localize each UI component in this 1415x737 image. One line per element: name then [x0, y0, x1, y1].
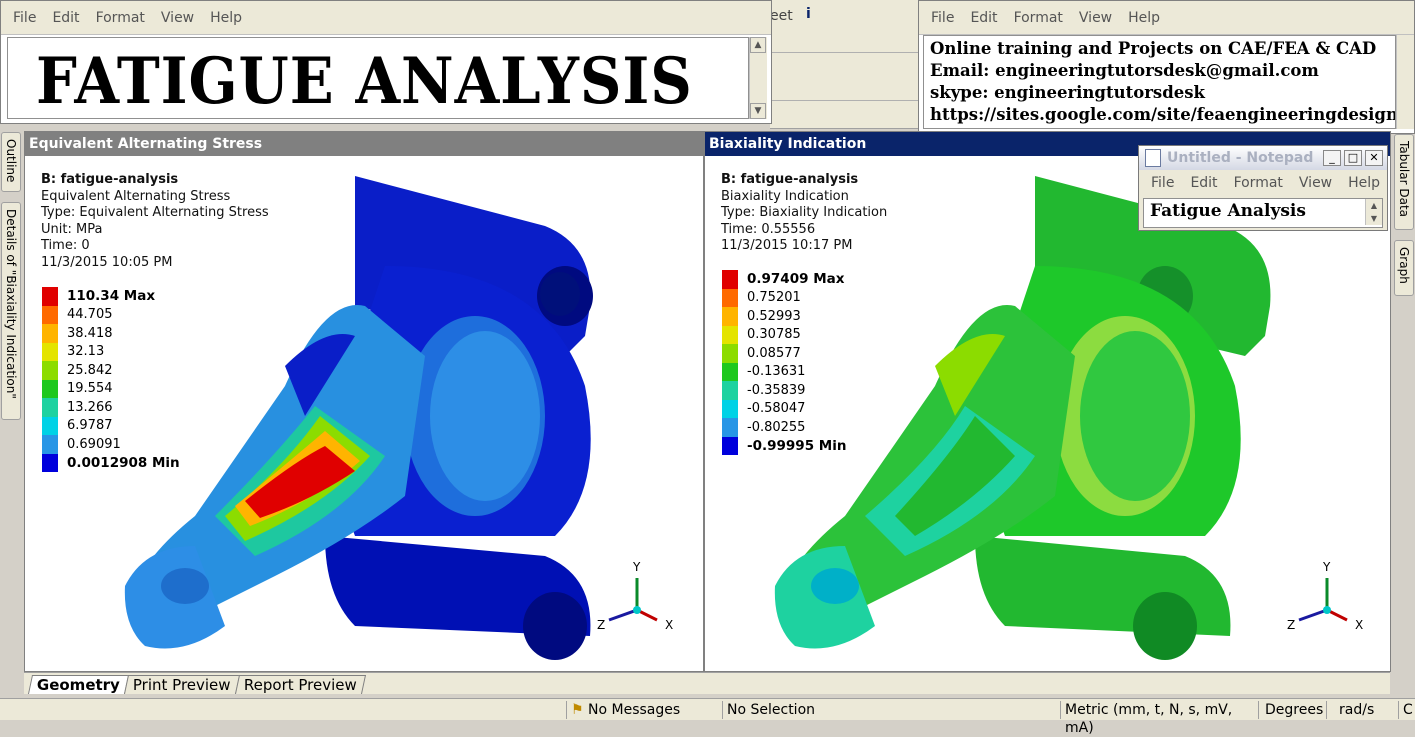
contact-line-url: https://sites.google.com/site/feaenginee… [930, 105, 1396, 124]
menu-format[interactable]: Format [1014, 10, 1063, 26]
notepad-contact-window: File Edit Format View Help Online traini… [918, 0, 1415, 134]
menu-help[interactable]: Help [1128, 10, 1160, 26]
axis-x-label: X [1355, 618, 1364, 632]
fatigue-analysis-heading: FATIGUE ANALYSIS [36, 44, 693, 119]
minimize-icon[interactable]: _ [1323, 150, 1341, 166]
contact-line-email: Email: engineeringtutorsdesk@gmail.com [930, 61, 1319, 80]
info-cursor-icon[interactable]: i [806, 6, 811, 22]
status-rate[interactable]: rad/s [1326, 701, 1398, 719]
contact-line-training: Online training and Projects on CAE/FEA … [930, 39, 1377, 58]
tab-outline[interactable]: Outline [1, 132, 21, 192]
menu-help[interactable]: Help [1348, 175, 1380, 191]
axis-y-label: Y [1323, 560, 1331, 574]
axis-y-label: Y [633, 560, 641, 574]
status-angle-label: Degrees [1265, 702, 1324, 718]
status-selection-label: No Selection [727, 702, 816, 718]
axis-triad[interactable]: Y X Z [595, 560, 675, 640]
status-rate-label: rad/s [1339, 702, 1375, 718]
stress-viewport[interactable]: Equivalent Alternating Stress B: fatigue… [24, 131, 704, 672]
status-messages-label: No Messages [588, 702, 681, 718]
tab-details-label: Details of "Biaxiality Indication" [4, 209, 18, 399]
tab-outline-label: Outline [4, 139, 18, 183]
untitled-notepad-window[interactable]: Untitled - Notepad _ □ ✕ File Edit Forma… [1138, 145, 1388, 231]
notepad-title-window: File Edit Format View Help FATIGUE ANALY… [0, 0, 772, 124]
tab-print-preview-label: Print Preview [132, 676, 231, 694]
status-extra-label: C [1403, 702, 1413, 718]
toolbar-divider [770, 52, 920, 53]
menu-view[interactable]: View [161, 10, 194, 26]
menu-bar: File Edit Format View Help [919, 1, 1414, 35]
viewport-title: Equivalent Alternating Stress [25, 132, 703, 156]
menu-edit[interactable]: Edit [52, 10, 79, 26]
status-bar: ⚑ No Messages No Selection Metric (mm, t… [0, 698, 1415, 736]
tab-geometry[interactable]: Geometry [27, 675, 129, 694]
status-selection: No Selection [722, 701, 1060, 719]
menu-view[interactable]: View [1299, 175, 1332, 191]
axis-triad[interactable]: Y X Z [1285, 560, 1365, 640]
menu-file[interactable]: File [1151, 175, 1174, 191]
axis-x-label: X [665, 618, 674, 632]
status-units-label: Metric (mm, t, N, s, mV, mA) [1065, 702, 1233, 736]
menu-bar: File Edit Format View Help [1139, 170, 1387, 196]
menu-help[interactable]: Help [210, 10, 242, 26]
menu-file[interactable]: File [13, 10, 36, 26]
axis-z-label: Z [597, 618, 606, 632]
axis-z-label: Z [1287, 618, 1296, 632]
tab-details[interactable]: Details of "Biaxiality Indication" [1, 202, 21, 420]
status-angle[interactable]: Degrees [1258, 701, 1326, 719]
menu-format[interactable]: Format [1234, 175, 1283, 191]
contact-line-skype: skype: engineeringtutorsdesk [930, 83, 1205, 102]
toolbar-partial-label[interactable]: eet [770, 8, 793, 24]
scroll-up-icon[interactable]: ▲ [750, 37, 766, 53]
text-area[interactable]: Fatigue Analysis ▲ ▼ [1143, 198, 1383, 228]
background-toolbar: eet i [770, 0, 920, 129]
menu-edit[interactable]: Edit [1190, 175, 1217, 191]
menu-format[interactable]: Format [96, 10, 145, 26]
maximize-icon[interactable]: □ [1344, 150, 1362, 166]
text-area[interactable]: Online training and Projects on CAE/FEA … [923, 35, 1396, 129]
status-messages[interactable]: ⚑ No Messages [566, 701, 722, 719]
menu-view[interactable]: View [1079, 10, 1112, 26]
menu-edit[interactable]: Edit [970, 10, 997, 26]
notepad-titlebar[interactable]: Untitled - Notepad _ □ ✕ [1139, 146, 1387, 170]
status-extra[interactable]: C [1398, 701, 1415, 719]
status-units[interactable]: Metric (mm, t, N, s, mV, mA) [1060, 701, 1258, 736]
tab-report-preview[interactable]: Report Preview [234, 675, 366, 694]
scroll-down-icon[interactable]: ▼ [750, 103, 766, 119]
tab-report-preview-label: Report Preview [243, 676, 357, 694]
message-icon: ⚑ [571, 702, 584, 718]
vertical-scrollbar[interactable]: ▲ ▼ [749, 37, 767, 119]
view-tabs: Geometry Print Preview Report Preview [24, 672, 1390, 694]
text-area[interactable]: FATIGUE ANALYSIS [7, 37, 749, 119]
notepad-content: Fatigue Analysis [1150, 201, 1306, 221]
tab-tabular-data[interactable]: Tabular Data [1394, 134, 1414, 230]
vertical-scrollbar[interactable]: ▲ ▼ [1365, 199, 1382, 225]
menu-bar: File Edit Format View Help [1, 1, 771, 35]
tab-print-preview[interactable]: Print Preview [123, 675, 240, 694]
notepad-app-icon [1145, 149, 1161, 167]
tab-geometry-label: Geometry [36, 676, 120, 694]
notepad-title: Untitled - Notepad [1167, 150, 1314, 166]
menu-file[interactable]: File [931, 10, 954, 26]
vertical-scrollbar[interactable] [1396, 35, 1414, 129]
toolbar-divider [770, 100, 920, 101]
close-icon[interactable]: ✕ [1365, 150, 1383, 166]
tab-graph-label: Graph [1397, 247, 1411, 284]
tab-tabular-data-label: Tabular Data [1397, 141, 1411, 218]
tab-graph[interactable]: Graph [1394, 240, 1414, 296]
